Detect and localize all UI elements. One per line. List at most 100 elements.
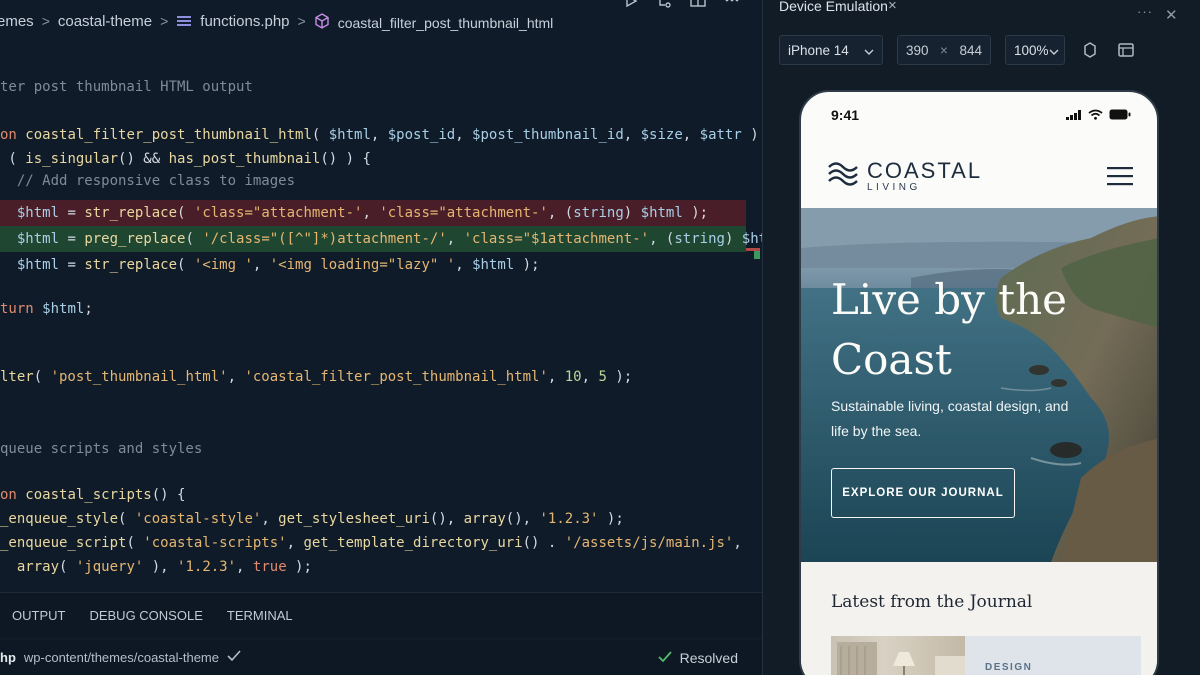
code-type: string (573, 205, 624, 221)
breadcrumb: emes > coastal-theme > functions.php > c… (0, 6, 762, 36)
check-icon (657, 650, 672, 666)
code-line: on coastal_filter_post_thumbnail_html( $… (0, 122, 776, 148)
code-function: has_post_thumbnail (168, 151, 321, 167)
code-string: 'class="attachment-' (193, 205, 363, 221)
compare-changes-icon[interactable] (656, 0, 672, 8)
tab-output[interactable]: OUTPUT (12, 608, 65, 623)
phone-preview[interactable]: 9:41 COASTAL LIVING Live by the Coast Su… (799, 90, 1159, 675)
code-punct: ( (126, 535, 144, 551)
device-select[interactable]: iPhone 14 (779, 35, 883, 65)
explore-journal-button[interactable]: EXPLORE OUR JOURNAL (831, 468, 1015, 518)
code-punct: ; (84, 301, 93, 317)
close-tab-icon[interactable]: × (888, 0, 897, 14)
wifi-icon (1088, 107, 1103, 123)
panel-title[interactable]: Device Emulation (779, 0, 888, 14)
code-string: '1.2.3' (177, 559, 237, 575)
screen: emes > coastal-theme > functions.php > c… (0, 0, 1200, 675)
code-punct: ( (59, 559, 76, 575)
rotate-icon[interactable] (1079, 39, 1101, 61)
width-value[interactable]: 390 (906, 43, 929, 58)
code-comment: // Add responsive class to images (0, 173, 296, 189)
function-cube-icon (314, 13, 330, 29)
dimensions-input[interactable]: 390 × 844 (897, 35, 991, 65)
close-panel-icon[interactable]: ✕ (1165, 6, 1178, 24)
code-punct: () && (118, 151, 169, 167)
code-var: $html (0, 257, 60, 273)
code-punct: , (455, 127, 473, 143)
site-header: COASTAL LIVING (801, 144, 1157, 206)
code-string: '1.2.3' (539, 511, 599, 527)
code-string: '<img loading="lazy" ' (269, 257, 456, 273)
phone-time: 9:41 (831, 107, 860, 123)
code-var: $html (472, 257, 515, 273)
site-logo[interactable]: COASTAL LIVING (827, 157, 982, 194)
code-punct: ( (33, 369, 51, 385)
run-icon[interactable] (624, 0, 638, 8)
code-string: '<img ' (193, 257, 253, 273)
code-function: _enqueue_script (0, 535, 127, 551)
more-options-icon[interactable]: ··· (1137, 4, 1153, 19)
code-comment: queue scripts and styles (0, 441, 203, 457)
journal-section: Latest from the Journal DESIGN (801, 562, 1157, 675)
journal-card[interactable]: DESIGN (831, 636, 1141, 675)
zoom-select[interactable]: 100% (1005, 35, 1065, 65)
status-resolved[interactable]: Resolved (657, 650, 738, 666)
code-line-added: $html = preg_replace( '/class="([^"]*)at… (0, 226, 809, 252)
code-punct: ( (0, 151, 26, 167)
code-punct: , (286, 535, 304, 551)
height-value[interactable]: 844 (959, 43, 982, 58)
category-tag[interactable]: DESIGN (985, 662, 1032, 673)
code-line: $html = str_replace( '<img ', '<img load… (0, 252, 746, 278)
chevron-right-icon: > (41, 13, 50, 29)
code-punct: , (236, 559, 253, 575)
code-punct: ); (682, 205, 709, 221)
code-line: ter post thumbnail HTML output (0, 74, 746, 100)
code-punct: , (547, 369, 565, 385)
more-actions-icon[interactable] (724, 0, 740, 8)
code-punct: , (581, 369, 599, 385)
code-function: get_stylesheet_uri (278, 511, 430, 527)
editor-actions (624, 0, 740, 8)
breadcrumb-themes[interactable]: emes (0, 13, 34, 30)
breadcrumb-symbol[interactable]: coastal_filter_post_thumbnail_html (338, 15, 554, 31)
journal-card-info: DESIGN (965, 636, 1141, 675)
status-bar: hp wp-content/themes/coastal-theme Resol… (0, 640, 762, 675)
breadcrumb-file[interactable]: functions.php (200, 13, 289, 30)
code-punct: , (455, 257, 473, 273)
status-language[interactable]: hp (0, 650, 16, 665)
code-line: // Add responsive class to images (0, 168, 746, 194)
code-line: array( 'jquery' ), '1.2.3', true ); (0, 554, 746, 580)
code-punct: = (59, 231, 85, 247)
code-keyword: on (0, 127, 26, 143)
waves-logo-icon (827, 157, 859, 194)
code-line: on coastal_scripts() { (0, 482, 746, 508)
breadcrumb-theme[interactable]: coastal-theme (58, 13, 152, 30)
code-string: 'jquery' (75, 559, 144, 575)
code-function: str_replace (84, 205, 178, 221)
code-punct: ) (724, 231, 742, 247)
code-punct: ); (598, 511, 624, 527)
zoom-value: 100% (1014, 42, 1049, 58)
menu-icon[interactable] (1107, 166, 1133, 191)
code-function: get_template_directory_uri (303, 535, 523, 551)
tab-debug-console[interactable]: DEBUG CONSOLE (89, 608, 202, 623)
logo-text: COASTAL LIVING (867, 158, 982, 193)
panel-header: Device Emulation × ··· ✕ (763, 0, 1200, 24)
code-punct: ( (177, 205, 194, 221)
diff-gutter-added (754, 251, 760, 259)
split-editor-icon[interactable] (690, 0, 706, 8)
code-punct: , (362, 205, 380, 221)
code-line: lter( 'post_thumbnail_html', 'coastal_fi… (0, 364, 746, 390)
status-path-text: wp-content/themes/coastal-theme (23, 650, 219, 665)
code-punct: , (733, 535, 742, 551)
status-path[interactable]: hp wp-content/themes/coastal-theme (0, 650, 241, 665)
screenshot-icon[interactable] (1115, 39, 1137, 61)
code-punct: , (370, 127, 388, 143)
code-line: _enqueue_script( 'coastal-scripts', get_… (0, 530, 746, 556)
code-string: 'class="$1attachment-' (463, 231, 650, 247)
journal-card-image (831, 636, 965, 675)
code-line: turn $html; (0, 296, 746, 322)
hero-subtitle: Sustainable living, coastal design, and … (831, 398, 1069, 439)
code-punct: ( (185, 231, 203, 247)
tab-terminal[interactable]: TERMINAL (227, 608, 293, 623)
